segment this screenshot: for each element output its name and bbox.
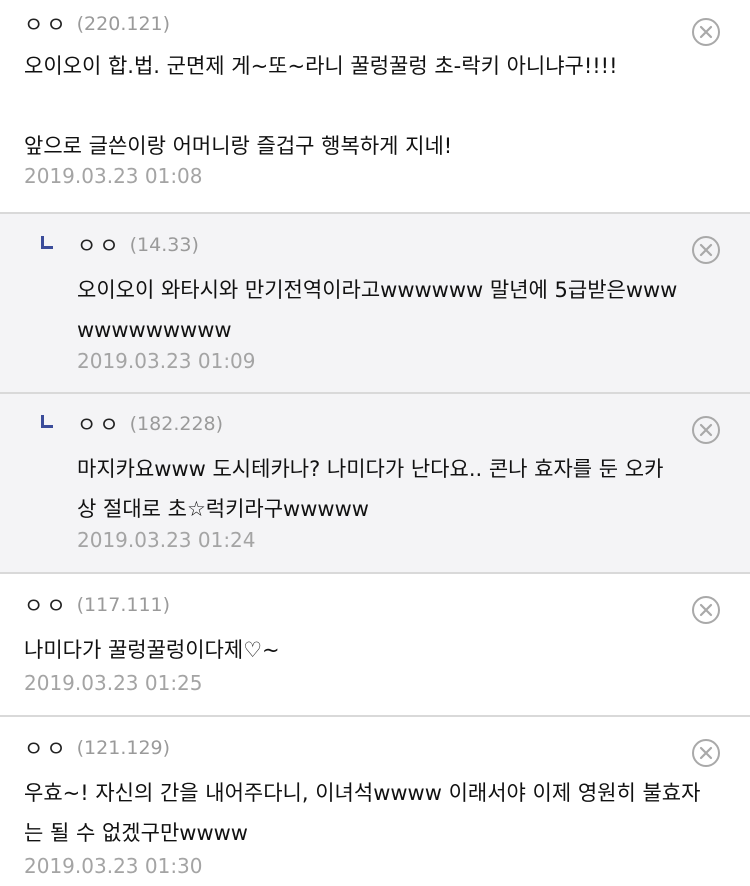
close-icon: [699, 423, 713, 437]
comment-date: 2019.03.23 01:09: [77, 349, 256, 373]
comment-nickname[interactable]: ㅇㅇ: [24, 590, 69, 620]
comment-date: 2019.03.23 01:30: [24, 854, 203, 878]
comment-text: 우효~! 자신의 간을 내어주다니, 이녀석wwww 이래서야 이제 영원히 불…: [24, 781, 701, 845]
comment-ip: (117.111): [76, 594, 171, 616]
comment-ip: (182.228): [129, 413, 224, 435]
comment-item: ㅇㅇ (220.121) 오이오이 합.법. 군면제 게~또~라니 꿀렁꿀렁 초…: [0, 0, 750, 214]
reply-arrow-icon: [41, 415, 53, 428]
comment-nickname[interactable]: ㅇㅇ: [24, 733, 69, 763]
close-icon: [699, 243, 713, 257]
comment-nickname[interactable]: ㅇㅇ: [24, 9, 69, 39]
close-icon: [699, 746, 713, 760]
comment-header: ㅇㅇ (14.33): [77, 232, 680, 258]
close-icon: [699, 25, 713, 39]
comment-ip: (121.129): [76, 737, 171, 759]
comment-header: ㅇㅇ (182.228): [77, 411, 680, 437]
comment-header: ㅇㅇ (220.121): [24, 11, 660, 37]
delete-comment-button[interactable]: [692, 236, 720, 264]
comment-text: 나미다가 꿀렁꿀렁이다제♡~: [24, 638, 280, 662]
reply-item: ㅇㅇ (14.33) 오이오이 와타시와 만기전역이라고wwwwww 말년에 5…: [0, 214, 750, 394]
comment-date: 2019.03.23 01:25: [24, 671, 203, 695]
comment-ip: (220.121): [76, 13, 171, 35]
comment-text: 마지카요www 도시테카나? 나미다가 난다요.. 콘나 효자를 둔 오카상 절…: [77, 457, 664, 521]
comment-header: ㅇㅇ (121.129): [24, 735, 714, 761]
delete-comment-button[interactable]: [692, 18, 720, 46]
comment-date: 2019.03.23 01:24: [77, 528, 256, 552]
comment-ip: (14.33): [129, 234, 199, 256]
comment-item: ㅇㅇ (117.111) 나미다가 꿀렁꿀렁이다제♡~ 2019.03.23 0…: [0, 574, 750, 717]
comment-text: 오이오이 와타시와 만기전역이라고wwwwww 말년에 5급받은wwwwwwww…: [77, 278, 678, 342]
comment-item: ㅇㅇ (121.129) 우효~! 자신의 간을 내어주다니, 이녀석wwww …: [0, 717, 750, 886]
comment-nickname[interactable]: ㅇㅇ: [77, 230, 122, 260]
comment-nickname[interactable]: ㅇㅇ: [77, 409, 122, 439]
delete-comment-button[interactable]: [692, 596, 720, 624]
delete-comment-button[interactable]: [692, 416, 720, 444]
close-icon: [699, 603, 713, 617]
comment-header: ㅇㅇ (117.111): [24, 592, 660, 618]
delete-comment-button[interactable]: [692, 739, 720, 767]
reply-arrow-icon: [41, 236, 53, 249]
comment-text: 오이오이 합.법. 군면제 게~또~라니 꿀렁꿀렁 초-락키 아니냐구!!!! …: [24, 54, 618, 158]
reply-item: ㅇㅇ (182.228) 마지카요www 도시테카나? 나미다가 난다요.. 콘…: [0, 394, 750, 574]
